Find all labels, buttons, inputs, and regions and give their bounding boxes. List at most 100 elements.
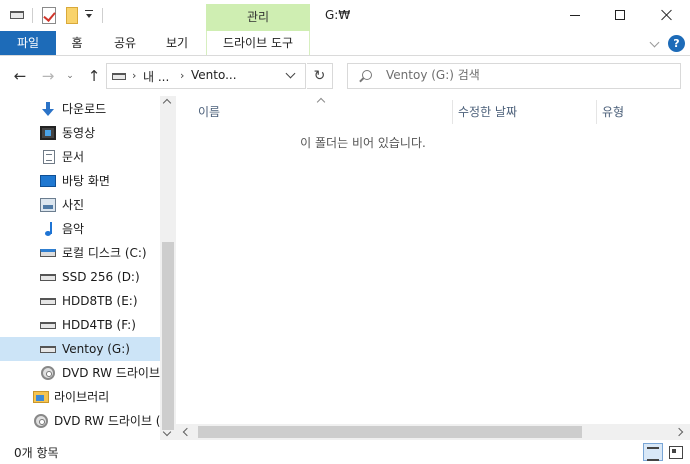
breadcrumb-separator[interactable]: › — [132, 69, 136, 82]
address-bar[interactable]: › 내 ... › Vento... — [106, 63, 306, 89]
sidebar-item-label: 음악 — [62, 222, 85, 236]
drive-icon — [40, 298, 56, 305]
search-box[interactable] — [347, 63, 681, 89]
tab-share[interactable]: 공유 — [104, 31, 146, 55]
properties-icon[interactable] — [42, 7, 56, 24]
sidebar-item-ssd-d[interactable]: SSD 256 (D:) — [0, 265, 160, 289]
minimize-button[interactable] — [552, 0, 598, 31]
sidebar-item-label: 동영상 — [62, 126, 96, 140]
column-divider[interactable] — [452, 100, 453, 124]
sidebar-item-label: HDD8TB (E:) — [62, 294, 138, 308]
status-bar: 0개 항목 — [0, 440, 690, 464]
scroll-right-icon[interactable] — [674, 427, 684, 437]
maximize-icon — [615, 10, 625, 20]
customize-toolbar-icon[interactable] — [85, 10, 93, 18]
sidebar-item-libraries[interactable]: 라이브러리 — [0, 385, 160, 409]
column-header-name[interactable]: 이름 — [198, 100, 220, 124]
sidebar-item-label: SSD 256 (D:) — [62, 270, 140, 284]
dvd-icon — [34, 414, 48, 428]
drive-icon — [112, 73, 126, 80]
sidebar-item-label: 문서 — [62, 150, 85, 164]
sort-ascending-icon — [316, 97, 326, 107]
column-header-date-modified[interactable]: 수정한 날짜 — [458, 100, 517, 124]
scrollbar-thumb[interactable] — [162, 242, 174, 430]
scroll-left-icon[interactable] — [182, 427, 192, 437]
sidebar-item-documents[interactable]: 문서 — [0, 145, 160, 169]
breadcrumb-separator[interactable]: › — [180, 69, 184, 82]
tab-file[interactable]: 파일 — [0, 31, 56, 55]
pictures-icon — [40, 198, 56, 212]
tab-home[interactable]: 홈 — [58, 31, 96, 55]
sidebar-item-label: 바탕 화면 — [62, 174, 110, 188]
download-icon — [40, 102, 56, 116]
sidebar-item-hdd4tb-f[interactable]: HDD4TB (F:) — [0, 313, 160, 337]
title-bar: 관리 G:₩ — [0, 0, 690, 31]
sidebar-item-dvd-rw[interactable]: DVD RW 드라이브 — [0, 361, 160, 385]
sidebar-item-desktop[interactable]: 바탕 화면 — [0, 169, 160, 193]
back-button[interactable]: ← — [8, 65, 32, 87]
file-list[interactable]: 이름 수정한 날짜 유형 이 폴더는 비어 있습니다. — [176, 96, 690, 424]
quick-access-separator — [102, 8, 103, 23]
horizontal-scrollbar[interactable] — [176, 424, 690, 440]
address-row: ← → ⌄ ↑ › 내 ... › Vento... ↻ — [0, 56, 690, 96]
navigation-pane: 다운로드 동영상 문서 바탕 화면 사진 음악 로컬 디스크 (C:) SSD … — [0, 96, 176, 440]
column-header-type[interactable]: 유형 — [602, 100, 624, 124]
item-count: 0개 항목 — [14, 446, 59, 460]
sidebar-item-hdd8tb-e[interactable]: HDD8TB (E:) — [0, 289, 160, 313]
sidebar-item-ventoy-g[interactable]: Ventoy (G:) — [0, 337, 160, 361]
library-icon — [33, 391, 49, 403]
empty-folder-message: 이 폴더는 비어 있습니다. — [300, 136, 426, 150]
forward-button[interactable]: → — [36, 65, 60, 87]
sidebar-item-label: HDD4TB (F:) — [62, 318, 136, 332]
help-icon[interactable]: ? — [668, 35, 685, 52]
sidebar-item-label: 사진 — [62, 198, 85, 212]
column-divider[interactable] — [596, 100, 597, 124]
breadcrumb-current[interactable]: Vento... — [191, 68, 237, 82]
drive-icon — [10, 11, 24, 19]
maximize-button[interactable] — [598, 0, 644, 31]
sidebar-item-dvd-rw-2[interactable]: DVD RW 드라이브 ( — [0, 409, 160, 433]
tab-drive-tools[interactable]: 드라이브 도구 — [206, 31, 310, 55]
sidebar-item-label: 로컬 디스크 (C:) — [62, 246, 147, 260]
ribbon-tabs: 파일 홈 공유 보기 드라이브 도구 ? — [0, 31, 690, 56]
close-button[interactable] — [644, 0, 690, 31]
quick-access-separator — [32, 8, 33, 23]
large-icons-view-icon[interactable] — [666, 443, 686, 461]
recent-locations-button[interactable]: ⌄ — [62, 65, 78, 87]
expand-ribbon-icon[interactable] — [649, 37, 660, 48]
sidebar-item-downloads[interactable]: 다운로드 — [0, 97, 160, 121]
chevron-down-icon[interactable] — [285, 68, 296, 79]
drive-icon — [40, 322, 56, 329]
scrollbar-thumb[interactable] — [198, 426, 582, 438]
drive-icon — [40, 346, 56, 353]
window-title: G:₩ — [325, 8, 351, 22]
sidebar-item-pictures[interactable]: 사진 — [0, 193, 160, 217]
new-folder-icon[interactable] — [66, 7, 78, 24]
tab-view[interactable]: 보기 — [154, 31, 200, 55]
video-icon — [40, 126, 56, 140]
sidebar-item-label: 다운로드 — [62, 102, 107, 116]
search-icon — [362, 70, 372, 80]
drive-icon — [40, 274, 56, 281]
music-icon — [40, 222, 56, 236]
document-icon — [43, 150, 55, 164]
dvd-icon — [41, 366, 55, 380]
desktop-icon — [40, 175, 56, 187]
sidebar-item-music[interactable]: 음악 — [0, 217, 160, 241]
contextual-tab-manage: 관리 — [206, 4, 310, 31]
details-view-icon[interactable] — [643, 443, 663, 461]
sidebar-item-local-disk-c[interactable]: 로컬 디스크 (C:) — [0, 241, 160, 265]
sidebar-item-videos[interactable]: 동영상 — [0, 121, 160, 145]
minimize-icon — [570, 15, 580, 16]
local-disk-icon — [40, 249, 56, 257]
navigation-scrollbar[interactable] — [160, 96, 176, 440]
breadcrumb-ellipsis[interactable]: 내 ... — [143, 68, 169, 85]
search-input[interactable] — [386, 68, 666, 82]
sidebar-item-label: 라이브러리 — [54, 390, 110, 404]
sidebar-item-label: DVD RW 드라이브 — [62, 366, 160, 380]
sidebar-item-label: Ventoy (G:) — [62, 342, 130, 356]
up-button[interactable]: ↑ — [82, 65, 106, 87]
refresh-button[interactable]: ↻ — [307, 63, 333, 89]
scroll-up-icon[interactable] — [162, 98, 172, 108]
sidebar-item-label: DVD RW 드라이브 ( — [54, 414, 160, 428]
